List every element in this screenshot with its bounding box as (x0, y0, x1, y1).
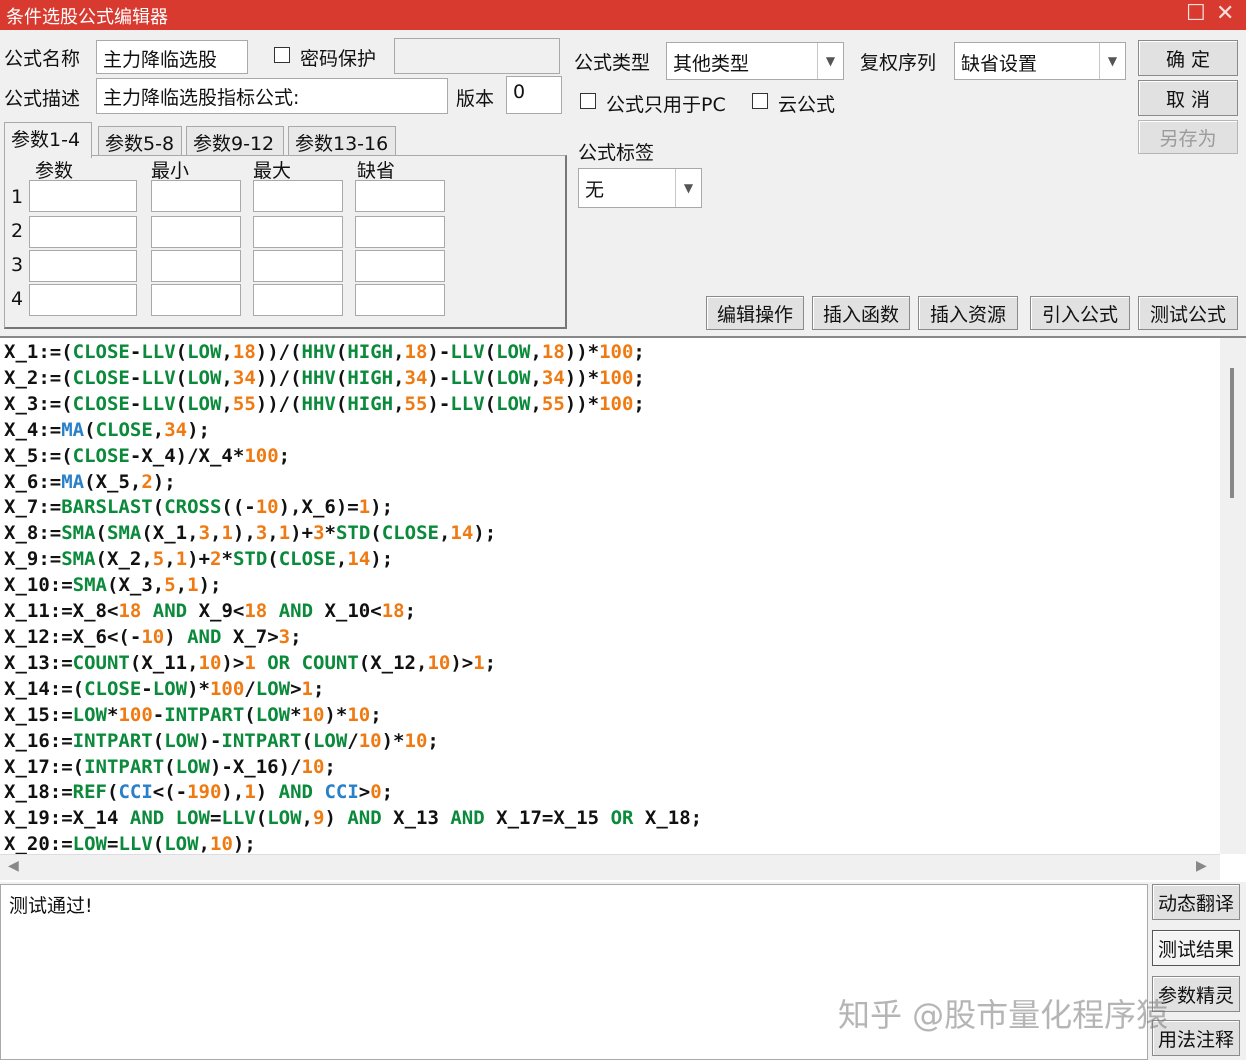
ok-button[interactable]: 确 定 (1138, 40, 1238, 76)
code-line[interactable]: X_3:=(CLOSE-LLV(LOW,55))/(HHV(HIGH,55)-L… (4, 392, 1218, 418)
code-line[interactable]: X_4:=MA(CLOSE,34); (4, 418, 1218, 444)
import-formula-button[interactable]: 引入公式 (1030, 296, 1130, 330)
code-line[interactable]: X_9:=SMA(X_2,5,1)+2*STD(CLOSE,14); (4, 547, 1218, 573)
param-max-input[interactable] (253, 284, 343, 316)
pc-only-checkbox[interactable] (580, 93, 596, 109)
formula-desc-label: 公式描述 (4, 88, 81, 110)
chevron-down-icon[interactable]: ▼ (675, 169, 701, 207)
param-header-min: 最小 (151, 160, 190, 182)
chevron-down-icon[interactable]: ▼ (817, 43, 843, 79)
code-line[interactable]: X_5:=(CLOSE-X_4)/X_4*100; (4, 444, 1218, 470)
code-line[interactable]: X_8:=SMA(SMA(X_1,3,1),3,1)+3*STD(CLOSE,1… (4, 521, 1218, 547)
formula-tag-label: 公式标签 (578, 142, 655, 164)
vertical-scrollbar[interactable] (1220, 338, 1246, 854)
param-max-input[interactable] (253, 250, 343, 282)
test-result-button[interactable]: 测试结果 (1152, 930, 1240, 966)
code-line[interactable]: X_12:=X_6<(-10) AND X_7>3; (4, 625, 1218, 651)
dynamic-translate-button[interactable]: 动态翻译 (1152, 884, 1240, 920)
maximize-icon[interactable]: ☐ (1186, 1, 1206, 26)
horizontal-scrollbar[interactable]: ◀ ▶ (0, 854, 1220, 880)
scrollbar-thumb[interactable] (1230, 368, 1234, 498)
code-text[interactable]: X_1:=(CLOSE-LLV(LOW,18))/(HHV(HIGH,18)-L… (4, 340, 1218, 854)
cloud-formula-checkbox[interactable] (752, 93, 768, 109)
formula-tag-value: 无 (585, 179, 605, 201)
pc-only-label: 公式只用于PC (606, 94, 726, 116)
code-line[interactable]: X_13:=COUNT(X_11,10)>1 OR COUNT(X_12,10)… (4, 651, 1218, 677)
param-min-input[interactable] (151, 284, 241, 316)
param-default-input[interactable] (355, 250, 445, 282)
code-line[interactable]: X_10:=SMA(X_3,5,1); (4, 573, 1218, 599)
chevron-down-icon[interactable]: ▼ (1099, 43, 1125, 79)
code-line[interactable]: X_6:=MA(X_5,2); (4, 470, 1218, 496)
test-formula-button[interactable]: 测试公式 (1138, 296, 1238, 330)
param-max-input[interactable] (253, 216, 343, 248)
rights-value: 缺省设置 (961, 53, 1038, 75)
param-min-input[interactable] (151, 250, 241, 282)
param-header-max: 最大 (253, 160, 292, 182)
code-line[interactable]: X_2:=(CLOSE-LLV(LOW,34))/(HHV(HIGH,34)-L… (4, 366, 1218, 392)
code-line[interactable]: X_17:=(INTPART(LOW)-X_16)/10; (4, 755, 1218, 781)
save-as-button[interactable]: 另存为 (1138, 120, 1238, 154)
formula-type-value: 其他类型 (673, 53, 750, 75)
param-default-input[interactable] (355, 180, 445, 212)
param-name-input[interactable] (29, 284, 137, 316)
formula-type-select[interactable]: 其他类型 ▼ (666, 42, 844, 80)
formula-type-label: 公式类型 (574, 52, 651, 74)
code-editor[interactable]: X_1:=(CLOSE-LLV(LOW,18))/(HHV(HIGH,18)-L… (0, 336, 1246, 882)
watermark: 知乎 @股市量化程序猿 (838, 996, 1169, 1034)
param-header-name: 参数 (35, 160, 74, 182)
param-max-input[interactable] (253, 180, 343, 212)
param-name-input[interactable] (29, 180, 137, 212)
tab-params-5-8[interactable]: 参数5-8 (98, 126, 182, 156)
code-line[interactable]: X_14:=(CLOSE-LOW)*100/LOW>1; (4, 677, 1218, 703)
output-text: 测试通过! (9, 895, 93, 917)
version-label: 版本 (456, 88, 495, 110)
code-line[interactable]: X_19:=X_14 AND LOW=LLV(LOW,9) AND X_13 A… (4, 806, 1218, 832)
code-line[interactable]: X_1:=(CLOSE-LLV(LOW,18))/(HHV(HIGH,18)-L… (4, 340, 1218, 366)
cloud-formula-label: 云公式 (778, 94, 836, 116)
insert-function-button[interactable]: 插入函数 (812, 296, 910, 330)
insert-resource-button[interactable]: 插入资源 (918, 296, 1018, 330)
tab-params-9-12[interactable]: 参数9-12 (186, 126, 284, 156)
param-row-index: 4 (11, 288, 24, 310)
scroll-left-icon[interactable]: ◀ (8, 858, 19, 874)
password-checkbox[interactable] (274, 47, 290, 63)
formula-tag-select[interactable]: 无 ▼ (578, 168, 702, 208)
param-name-input[interactable] (29, 250, 137, 282)
param-header-default: 缺省 (357, 160, 396, 182)
param-min-input[interactable] (151, 180, 241, 212)
tab-params-1-4[interactable]: 参数1-4 (4, 122, 92, 158)
edit-ops-button[interactable]: 编辑操作 (706, 296, 804, 330)
password-label: 密码保护 (300, 48, 377, 70)
param-row-index: 1 (11, 186, 24, 208)
formula-name-label: 公式名称 (4, 48, 81, 70)
param-min-input[interactable] (151, 216, 241, 248)
param-row-index: 2 (11, 220, 24, 242)
password-input[interactable] (394, 38, 560, 74)
cancel-button[interactable]: 取 消 (1138, 80, 1238, 116)
tab-params-13-16[interactable]: 参数13-16 (288, 126, 396, 156)
scroll-right-icon[interactable]: ▶ (1196, 858, 1207, 874)
code-line[interactable]: X_16:=INTPART(LOW)-INTPART(LOW/10)*10; (4, 729, 1218, 755)
code-line[interactable]: X_7:=BARSLAST(CROSS((-10),X_6)=1); (4, 495, 1218, 521)
close-icon[interactable]: ✕ (1216, 1, 1234, 26)
title-bar: 条件选股公式编辑器 ☐ ✕ (0, 0, 1246, 30)
rights-select[interactable]: 缺省设置 ▼ (954, 42, 1126, 80)
rights-label: 复权序列 (860, 52, 937, 74)
formula-desc-input[interactable]: 主力降临选股指标公式: (96, 78, 448, 114)
param-default-input[interactable] (355, 216, 445, 248)
formula-name-input[interactable]: 主力降临选股 (96, 40, 248, 74)
code-line[interactable]: X_11:=X_8<18 AND X_9<18 AND X_10<18; (4, 599, 1218, 625)
param-name-input[interactable] (29, 216, 137, 248)
param-row-index: 3 (11, 254, 24, 276)
code-line[interactable]: X_20:=LOW=LLV(LOW,10); (4, 832, 1218, 854)
param-panel: 参数 最小 最大 缺省 1 2 3 4 (4, 155, 567, 329)
code-line[interactable]: X_18:=REF(CCI<(-190),1) AND CCI>0; (4, 780, 1218, 806)
version-input[interactable]: 0 (506, 76, 562, 114)
window-title: 条件选股公式编辑器 (6, 7, 168, 28)
param-default-input[interactable] (355, 284, 445, 316)
code-line[interactable]: X_15:=LOW*100-INTPART(LOW*10)*10; (4, 703, 1218, 729)
